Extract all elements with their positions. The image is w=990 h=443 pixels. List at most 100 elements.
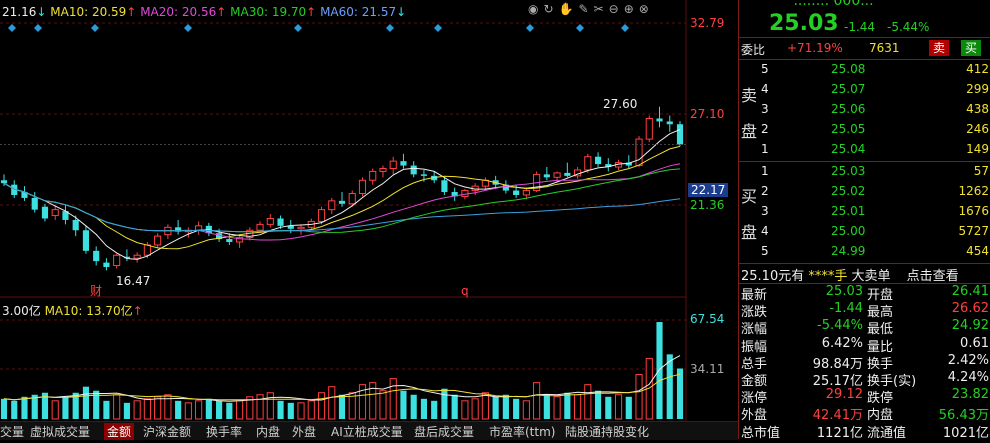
stat-label: 外盘 [741, 408, 768, 424]
arrow-down-icon: ↓ [36, 5, 47, 19]
volume-bar [266, 392, 274, 420]
minus-icon[interactable]: ⊖ [609, 2, 619, 16]
volume-bar [103, 400, 110, 419]
volume-bar [614, 394, 623, 420]
price-change: -1.44 [844, 20, 876, 34]
tab-4[interactable]: 换手率 [206, 423, 242, 440]
refresh-icon[interactable]: ↻ [543, 2, 553, 16]
tab-2[interactable]: 金额 [104, 423, 135, 440]
stat-value: 98.84万 [812, 356, 863, 372]
cai-marker[interactable]: 财 [90, 282, 102, 299]
volume-bar [594, 390, 602, 419]
volume-bar [287, 402, 294, 419]
order-price: 25.01 [831, 204, 866, 218]
stat-value: 2.42% [947, 352, 989, 368]
ma10-legend: MA10: 20.59 [50, 5, 127, 19]
price-axis-label-low: 21.36 [690, 198, 725, 212]
event-diamond-icon [8, 24, 16, 32]
order-price: 25.04 [831, 142, 866, 156]
tab-9[interactable]: 市盈率(ttm) [489, 423, 555, 440]
order-volume: 1262 [958, 184, 989, 198]
order-row[interactable]: 3 25.01 1676 [739, 202, 990, 222]
kline-chart[interactable]: 21.16↓ MA10: 20.59↑ MA20: 20.56↑ MA30: 1… [0, 0, 738, 440]
quote-panel: 一 ........ 000... 25.03 -1.44 -5.44% 委比 … [738, 0, 990, 441]
stat-value: 29.12 [825, 387, 863, 403]
vol-axis-label-mid: 34.11 [690, 362, 725, 376]
weibi-value: +71.19% [787, 41, 843, 55]
order-row[interactable]: 3 25.06 438 [739, 100, 990, 120]
close-icon[interactable]: ⊗ [639, 2, 649, 16]
volume-bar [656, 322, 663, 419]
order-row[interactable]: 1 25.03 57 [739, 162, 990, 182]
volume-bar [297, 402, 305, 420]
tab-1[interactable]: 虚拟成交量 [30, 423, 90, 440]
tab-7[interactable]: AI立桩成交量 [331, 423, 403, 440]
order-level: 1 [761, 164, 769, 178]
order-volume: 5727 [958, 224, 989, 238]
stat-value: 56.43万 [938, 408, 989, 424]
price-axis-label-top: 32.79 [690, 16, 725, 30]
stat-label: 最低 [867, 322, 894, 338]
plus-icon[interactable]: ⊕ [624, 2, 634, 16]
candle-body [410, 165, 417, 175]
tab-5[interactable]: 内盘 [256, 423, 280, 440]
arrow-down-icon: ↓ [396, 5, 407, 19]
candle-body [103, 262, 110, 268]
volume-bar [676, 368, 684, 419]
order-row[interactable]: 5 25.08 412 [739, 60, 990, 80]
order-level: 1 [761, 142, 769, 156]
sell-button[interactable]: 买 [961, 40, 982, 56]
stat-label: 量比 [867, 339, 894, 355]
tab-6[interactable]: 外盘 [292, 423, 316, 440]
volume-bar [216, 400, 223, 419]
candle-body [297, 226, 305, 230]
tab-3[interactable]: 沪深金额 [143, 423, 191, 440]
volume-bar [461, 400, 469, 420]
tools-icon[interactable]: ✎ [579, 2, 589, 16]
order-row[interactable]: 4 25.00 5727 [739, 222, 990, 242]
order-row[interactable]: 1 25.04 149 [739, 140, 990, 160]
volume-bar [195, 400, 203, 420]
order-volume: 246 [966, 122, 989, 136]
tools2-icon[interactable]: ✂ [594, 2, 604, 16]
candle-body [41, 206, 49, 219]
arrow-up-icon: ↑ [126, 5, 137, 19]
stat-label: 换手(实) [867, 374, 917, 389]
candle-body [513, 190, 520, 195]
candle-body [348, 192, 356, 205]
order-level: 4 [761, 82, 769, 96]
big-order-qty: ****手 [808, 269, 848, 284]
order-row[interactable]: 2 25.05 246 [739, 120, 990, 140]
volume-bar [154, 396, 162, 420]
order-row[interactable]: 5 24.99 454 [739, 242, 990, 262]
tab-8[interactable]: 盘后成交量 [414, 423, 474, 440]
stat-label: 涨跌 [741, 305, 768, 321]
hand-icon[interactable]: ✋ [559, 2, 574, 16]
big-order-row[interactable]: 25.10元有 ****手 大卖单 点击查看 [741, 265, 959, 284]
kline-svg[interactable] [0, 0, 738, 439]
volume-bar [379, 390, 387, 420]
tab-0[interactable]: 交量 [0, 423, 24, 440]
big-order-link[interactable]: 点击查看 [907, 269, 959, 284]
volume-bar [625, 396, 632, 419]
q-marker[interactable]: q [461, 284, 469, 298]
eye-icon[interactable]: ◉ [528, 2, 538, 16]
stat-value: 4.24% [947, 370, 989, 385]
candle-body [676, 124, 684, 145]
stat-value: 25.17亿 [812, 374, 863, 389]
volume-bar [113, 394, 121, 420]
arrow-up-icon: ↑ [306, 5, 317, 19]
tab-10[interactable]: 陆股通持股变化 [565, 423, 649, 440]
volume-bar [21, 396, 28, 419]
volume-bar [400, 390, 407, 419]
stat-label: 开盘 [867, 288, 894, 303]
order-row[interactable]: 2 25.02 1262 [739, 182, 990, 202]
candle-body [143, 244, 151, 256]
stat-label: 内盘 [867, 408, 894, 424]
volume-bar [389, 378, 397, 420]
big-order-price: 25.10元有 [741, 269, 805, 284]
order-level: 2 [761, 184, 769, 198]
buy-button[interactable]: 卖 [929, 40, 950, 56]
order-row[interactable]: 4 25.07 299 [739, 80, 990, 100]
arrow-up-icon: ↑ [132, 304, 143, 318]
